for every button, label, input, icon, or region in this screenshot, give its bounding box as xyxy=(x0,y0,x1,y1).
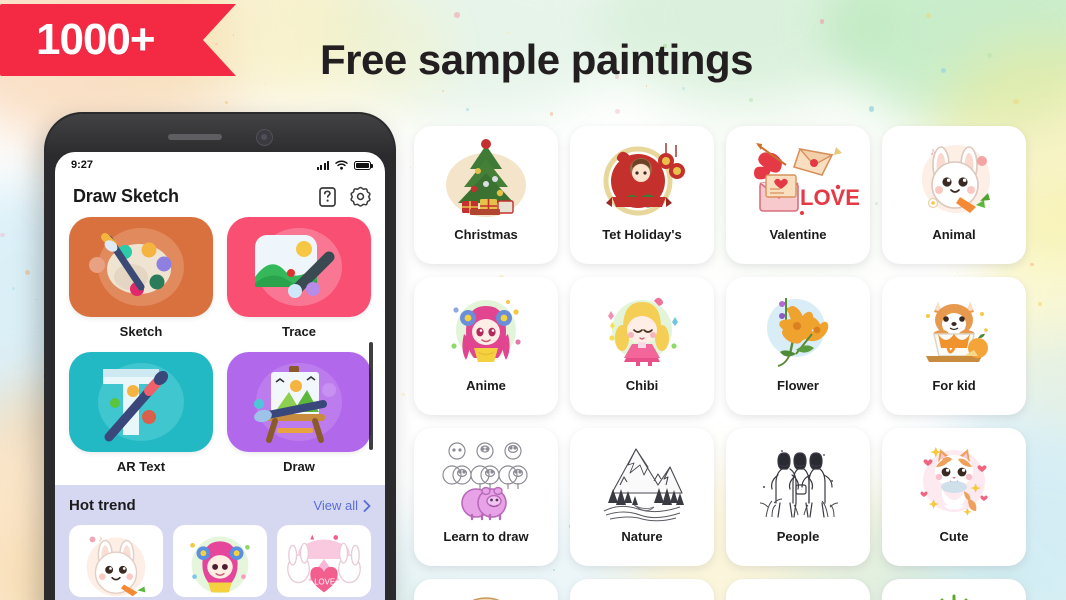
category-label: Nature xyxy=(621,529,662,544)
status-bar: 9:27 xyxy=(55,152,385,178)
category-card-partial[interactable] xyxy=(726,579,870,600)
count-badge-label: 1000+ xyxy=(36,18,155,62)
chevron-right-icon xyxy=(363,500,371,512)
svg-text:♪: ♪ xyxy=(98,533,102,543)
category-label: Anime xyxy=(466,378,506,393)
green-leaf-icon xyxy=(908,592,1000,600)
feature-grid: Sketch Trace AR Text Draw xyxy=(55,217,385,483)
feature-label: Sketch xyxy=(120,324,163,339)
category-label: Christmas xyxy=(454,227,518,242)
feature-label: Draw xyxy=(283,459,315,474)
phone-screen: 9:27 Draw Sketch Sketch Trace AR Text Dr… xyxy=(55,152,385,600)
count-badge-ribbon: 1000+ xyxy=(0,4,236,76)
category-label: Tet Holiday's xyxy=(602,227,681,242)
bunny-carrot-icon: ♪ xyxy=(908,139,1000,221)
three-girls-sketch-icon xyxy=(752,441,844,523)
category-card-people[interactable]: People xyxy=(726,428,870,566)
list-item[interactable]: LOVE xyxy=(277,525,371,597)
category-label: Valentine xyxy=(769,227,826,242)
gear-icon[interactable] xyxy=(350,186,371,207)
help-document-icon[interactable] xyxy=(319,187,336,207)
elephant-icon xyxy=(752,592,844,600)
love-letter-icon: LOVE xyxy=(752,139,844,221)
category-card-partial[interactable] xyxy=(570,579,714,600)
category-label: Flower xyxy=(777,378,819,393)
category-card-tet-holidays[interactable]: Tet Holiday's xyxy=(570,126,714,264)
category-card-nature[interactable]: Nature xyxy=(570,428,714,566)
category-card-learn-to-draw[interactable]: Learn to draw xyxy=(414,428,558,566)
category-card-cute[interactable]: Cute xyxy=(882,428,1026,566)
category-label: Animal xyxy=(932,227,975,242)
feature-label: Trace xyxy=(282,324,316,339)
status-icons xyxy=(317,160,372,170)
cute-cat-icon xyxy=(908,441,1000,523)
category-card-anime[interactable]: Anime xyxy=(414,277,558,415)
svg-text:LOVE: LOVE xyxy=(314,578,335,587)
mountain-sketch-icon xyxy=(596,441,688,523)
feature-label: AR Text xyxy=(117,459,165,474)
app-header-actions xyxy=(319,186,371,207)
category-label: Learn to draw xyxy=(443,529,528,544)
list-item[interactable] xyxy=(173,525,267,597)
svg-text:LOVE: LOVE xyxy=(800,185,860,210)
category-label: People xyxy=(777,529,820,544)
category-grid: Christmas Tet Holiday's LOVE Valentine ♪… xyxy=(414,126,1062,600)
feature-sketch[interactable]: Sketch xyxy=(69,217,213,348)
photo-brush-icon xyxy=(227,217,371,317)
hot-trend-section: Hot trend View all ♪ LOVE xyxy=(55,485,385,600)
signal-bars-icon xyxy=(317,160,330,170)
category-card-chibi[interactable]: Chibi xyxy=(570,277,714,415)
chibi-girl-icon xyxy=(596,290,688,372)
feature-trace[interactable]: Trace xyxy=(227,217,371,348)
flower-bouquet-icon xyxy=(752,290,844,372)
hot-trend-title: Hot trend xyxy=(69,497,136,514)
category-card-animal[interactable]: ♪ Animal xyxy=(882,126,1026,264)
phone-earpiece-area xyxy=(55,122,385,152)
hot-trend-header: Hot trend View all xyxy=(69,497,371,514)
view-all-button[interactable]: View all xyxy=(313,498,371,513)
page-title: Free sample paintings xyxy=(320,36,753,84)
christmas-tree-icon xyxy=(440,139,532,221)
text-brush-icon xyxy=(69,352,213,452)
phone-mockup: 9:27 Draw Sketch Sketch Trace AR Text Dr… xyxy=(44,112,396,600)
category-card-flower[interactable]: Flower xyxy=(726,277,870,415)
category-card-partial[interactable] xyxy=(882,579,1026,600)
learn-steps-hippo-icon xyxy=(440,441,532,523)
app-title: Draw Sketch xyxy=(73,186,179,207)
palette-brush-icon xyxy=(69,217,213,317)
battery-icon xyxy=(354,161,371,170)
category-card-valentine[interactable]: LOVE Valentine xyxy=(726,126,870,264)
portrait-hair-icon xyxy=(596,592,688,600)
feature-ar-text[interactable]: AR Text xyxy=(69,352,213,483)
wifi-icon xyxy=(335,160,348,170)
tet-holiday-icon xyxy=(596,139,688,221)
category-card-christmas[interactable]: Christmas xyxy=(414,126,558,264)
status-clock: 9:27 xyxy=(71,159,93,171)
shiba-cup-icon xyxy=(908,290,1000,372)
hot-trend-list: ♪ LOVE xyxy=(69,525,371,597)
category-card-partial[interactable] xyxy=(414,579,558,600)
app-header: Draw Sketch xyxy=(55,178,385,217)
front-camera-icon xyxy=(256,129,273,146)
svg-text:♪: ♪ xyxy=(930,146,936,158)
scroll-indicator[interactable] xyxy=(369,342,373,450)
feature-draw[interactable]: Draw xyxy=(227,352,371,483)
view-all-label: View all xyxy=(313,498,358,513)
category-label: Cute xyxy=(940,529,969,544)
list-item[interactable]: ♪ xyxy=(69,525,163,597)
anime-girl-icon xyxy=(440,290,532,372)
category-label: Chibi xyxy=(626,378,659,393)
food-bowl-icon xyxy=(440,592,532,600)
category-label: For kid xyxy=(932,378,975,393)
easel-brush-icon xyxy=(227,352,371,452)
category-card-for-kid[interactable]: For kid xyxy=(882,277,1026,415)
speaker-grille xyxy=(168,134,222,140)
